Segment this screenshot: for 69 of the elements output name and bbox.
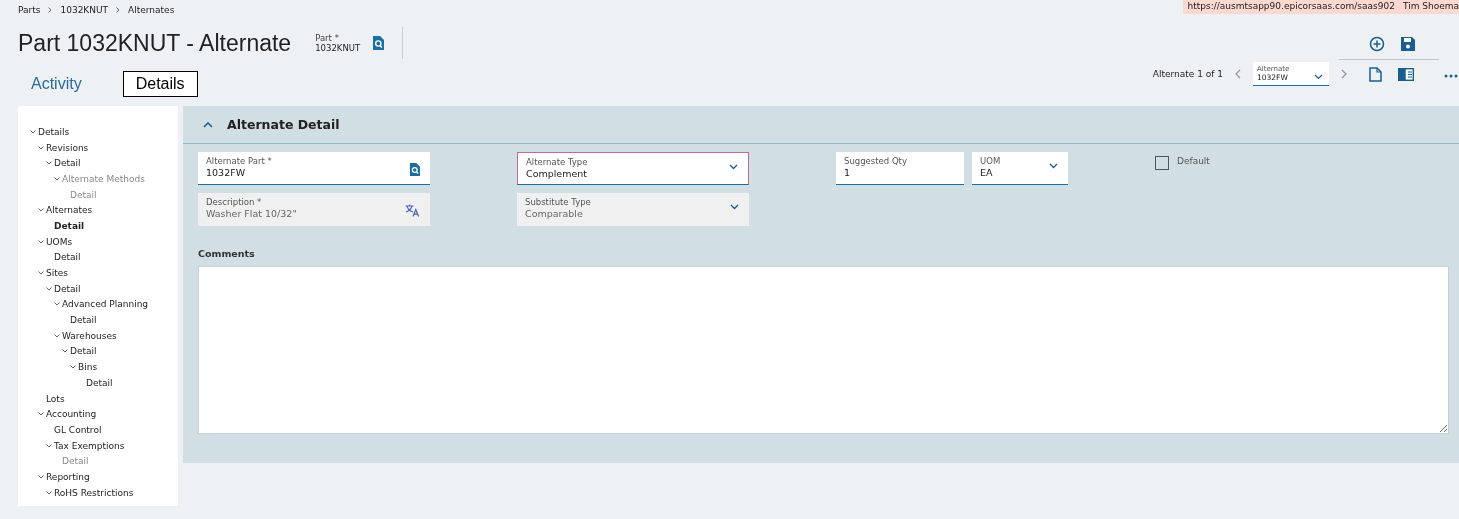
- tree-item[interactable]: Tax Exemptions: [54, 440, 125, 451]
- chevron-right-icon: [48, 6, 53, 13]
- panel-icon[interactable]: [1398, 68, 1414, 81]
- chevron-down-icon[interactable]: [38, 412, 44, 417]
- tree-item[interactable]: Detail: [86, 377, 113, 388]
- tree-item[interactable]: GL Control: [54, 424, 102, 435]
- chevron-down-icon[interactable]: [46, 161, 52, 166]
- chevron-down-icon[interactable]: [38, 239, 44, 244]
- tree-item[interactable]: Detail: [54, 220, 85, 231]
- input-field[interactable]: Alternate Part * 1032FW: [198, 152, 430, 185]
- chevron-down-icon[interactable]: [46, 286, 52, 291]
- select-field[interactable]: UOM EA: [972, 152, 1068, 185]
- chevron-down-icon[interactable]: [38, 145, 44, 150]
- input-field[interactable]: Suggested Qty 1: [836, 152, 964, 185]
- user-name: Tim Shoema: [1402, 1, 1459, 12]
- tree-item[interactable]: Reporting: [46, 471, 90, 482]
- tree-item[interactable]: RoHS Restrictions: [54, 487, 134, 498]
- server-url: https://ausmtsapp90.epicorsaas.com/saas902: [1187, 1, 1395, 12]
- chevron-down-icon[interactable]: [38, 271, 44, 276]
- more-icon[interactable]: [1444, 74, 1458, 78]
- select-field[interactable]: Alternate Type Complement: [517, 152, 749, 185]
- tab[interactable]: Details: [122, 71, 198, 97]
- chevron-down-icon[interactable]: [70, 365, 76, 370]
- chevron-down-icon[interactable]: [1049, 163, 1058, 169]
- chevron-down-icon[interactable]: [54, 333, 60, 338]
- tree-item[interactable]: Detail: [70, 346, 97, 357]
- tree-item[interactable]: Lots: [46, 393, 65, 404]
- chevron-down-icon[interactable]: [54, 302, 60, 307]
- field-label: Part *: [315, 33, 340, 43]
- tree-item[interactable]: Alternates: [46, 205, 93, 216]
- chevron-down-icon[interactable]: [62, 349, 68, 354]
- tree-item[interactable]: Bins: [78, 362, 98, 373]
- comments-label: Comments: [198, 248, 256, 259]
- chevron-down-icon[interactable]: [46, 443, 52, 448]
- record-counter: Alternate 1 of 1: [1152, 69, 1223, 79]
- tree-item[interactable]: Details: [38, 126, 70, 137]
- breadcrumb-link[interactable]: Alternates: [128, 4, 175, 15]
- search-icon[interactable]: [409, 163, 420, 176]
- page-title: Part 1032KNUT - Alternate: [18, 29, 292, 57]
- tree-item[interactable]: Detail: [54, 252, 81, 263]
- tree-item[interactable]: Warehouses: [62, 330, 117, 341]
- comments-field[interactable]: [198, 266, 1449, 434]
- checkbox-label: Default: [1177, 156, 1210, 166]
- chevron-down-icon[interactable]: [46, 490, 52, 495]
- search-icon[interactable]: [372, 36, 385, 50]
- breadcrumb-link[interactable]: Parts: [18, 4, 41, 15]
- chevron-down-icon[interactable]: [1314, 74, 1323, 80]
- chevron-up-icon[interactable]: [203, 121, 213, 128]
- tree-item[interactable]: Accounting: [46, 409, 97, 420]
- new-document-icon[interactable]: [1369, 67, 1382, 82]
- chevron-down-icon[interactable]: [729, 164, 738, 170]
- chevron-down-icon[interactable]: [38, 474, 44, 479]
- add-icon[interactable]: [1369, 35, 1385, 52]
- checkbox[interactable]: [1155, 156, 1169, 170]
- breadcrumb-link[interactable]: 1032KNUT: [60, 4, 109, 15]
- tree-item[interactable]: Detail: [54, 158, 81, 169]
- save-icon[interactable]: [1401, 36, 1415, 51]
- chevron-right-icon: [116, 6, 121, 13]
- part-value: 1032KNUT: [315, 43, 361, 53]
- tree-item[interactable]: Detail: [70, 315, 97, 326]
- chevron-down-icon[interactable]: [30, 129, 36, 134]
- tab[interactable]: Activity: [30, 71, 95, 97]
- panel-title: Alternate Detail: [227, 117, 340, 132]
- tree-item[interactable]: Revisions: [46, 142, 89, 153]
- tree-item[interactable]: Sites: [46, 268, 68, 279]
- tree-item[interactable]: Advanced Planning: [62, 299, 149, 310]
- tree-item[interactable]: UOMs: [46, 236, 73, 247]
- chevron-down-icon[interactable]: [38, 208, 44, 213]
- tree-item[interactable]: Detail: [54, 283, 81, 294]
